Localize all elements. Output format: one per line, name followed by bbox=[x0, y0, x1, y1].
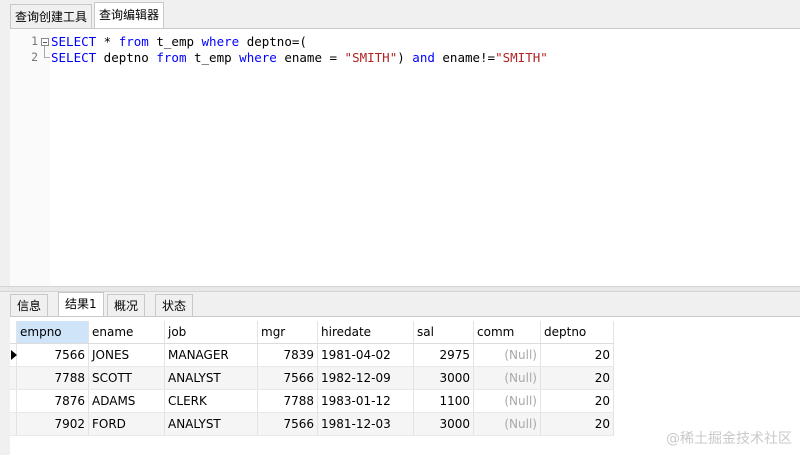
table-cell-deptno[interactable]: 20 bbox=[540, 389, 614, 413]
table-cell-job[interactable]: ANALYST bbox=[164, 412, 258, 436]
code-line-2: SELECT deptno from t_emp where ename = "… bbox=[51, 50, 548, 66]
table-cell-empno[interactable]: 7566 bbox=[16, 343, 89, 367]
line-gutter bbox=[10, 29, 50, 287]
column-header[interactable]: ename bbox=[88, 321, 165, 344]
sql-text: deptno=( bbox=[239, 34, 307, 49]
column-header[interactable]: hiredate bbox=[317, 321, 414, 344]
header-row: empno ename job mgr hiredate sal comm de… bbox=[10, 321, 614, 344]
table-cell-empno[interactable]: 7902 bbox=[16, 412, 89, 436]
table-cell-ename[interactable]: SCOTT bbox=[88, 366, 165, 390]
sql-text: t_emp bbox=[186, 50, 240, 65]
query-tabs: 查询创建工具 查询编辑器 bbox=[0, 0, 800, 29]
current-row-arrow-icon bbox=[11, 350, 17, 360]
tab-status[interactable]: 状态 bbox=[155, 294, 194, 316]
sql-string: "SMITH" bbox=[495, 50, 548, 65]
column-header[interactable]: mgr bbox=[257, 321, 318, 344]
sql-keyword: and bbox=[412, 50, 435, 65]
table-row[interactable]: 7788 SCOTT ANALYST 7566 1982-12-09 3000 (Null)… bbox=[10, 366, 614, 390]
table-cell-ename[interactable]: FORD bbox=[88, 412, 165, 436]
table-cell-mgr[interactable]: 7788 bbox=[257, 389, 318, 413]
column-header[interactable]: sal bbox=[413, 321, 474, 344]
fold-guide bbox=[44, 46, 45, 57]
row-indicator[interactable] bbox=[10, 389, 17, 413]
table-cell-deptno[interactable]: 20 bbox=[540, 366, 614, 390]
sql-keyword: from bbox=[156, 50, 187, 65]
table-cell-job[interactable]: ANALYST bbox=[164, 366, 258, 390]
table-cell-ename[interactable]: JONES bbox=[88, 343, 165, 367]
table-cell-comm[interactable]: (Null) bbox=[473, 412, 541, 436]
tab-result-1[interactable]: 结果1 bbox=[58, 292, 104, 317]
row-indicator[interactable] bbox=[10, 343, 17, 367]
column-header[interactable]: comm bbox=[473, 321, 541, 344]
table-cell-hiredate[interactable]: 1981-12-03 bbox=[317, 412, 414, 436]
table-cell-deptno[interactable]: 20 bbox=[540, 412, 614, 436]
fold-guide-end bbox=[44, 57, 50, 58]
column-header[interactable]: empno bbox=[16, 321, 89, 344]
sql-text: t_emp bbox=[148, 34, 202, 49]
sql-keyword: SELECT bbox=[51, 34, 97, 49]
fold-toggle-icon[interactable] bbox=[41, 38, 49, 46]
table-cell-ename[interactable]: ADAMS bbox=[88, 389, 165, 413]
table-row[interactable]: 7566 JONES MANAGER 7839 1981-04-02 2975 (Null)… bbox=[10, 343, 614, 367]
row-indicator[interactable] bbox=[10, 366, 17, 390]
column-header[interactable]: deptno bbox=[540, 321, 614, 344]
table-cell-deptno[interactable]: 20 bbox=[540, 343, 614, 367]
table-cell-mgr[interactable]: 7566 bbox=[257, 366, 318, 390]
column-header[interactable]: job bbox=[164, 321, 258, 344]
table-row[interactable]: 7876 ADAMS CLERK 7788 1983-01-12 1100 (Null) 20 bbox=[10, 389, 614, 413]
table-row[interactable]: 7902 FORD ANALYST 7566 1981-12-03 3000 (Null) 2… bbox=[10, 412, 614, 436]
tab-query-editor[interactable]: 查询编辑器 bbox=[94, 2, 165, 29]
left-strip bbox=[0, 28, 10, 454]
result-tabs: 信息 结果1 概况 状态 bbox=[0, 292, 800, 317]
tab-info[interactable]: 信息 bbox=[10, 294, 49, 316]
sql-text: * bbox=[96, 34, 119, 49]
sql-text: ) bbox=[397, 50, 413, 65]
sql-string: "SMITH" bbox=[344, 50, 398, 65]
table-cell-comm[interactable]: (Null) bbox=[473, 366, 541, 390]
table-cell-comm[interactable]: (Null) bbox=[473, 389, 541, 413]
sql-keyword: SELECT bbox=[51, 50, 97, 65]
sql-keyword: where bbox=[201, 34, 240, 49]
table-cell-sal[interactable]: 2975 bbox=[413, 343, 474, 367]
tab-profile[interactable]: 概况 bbox=[107, 294, 146, 316]
table-cell-job[interactable]: MANAGER bbox=[164, 343, 258, 367]
watermark: @稀土掘金技术社区 bbox=[666, 431, 792, 447]
table-cell-sal[interactable]: 3000 bbox=[413, 412, 474, 436]
table-cell-empno[interactable]: 7876 bbox=[16, 389, 89, 413]
tab-query-builder[interactable]: 查询创建工具 bbox=[10, 4, 93, 28]
table-cell-mgr[interactable]: 7839 bbox=[257, 343, 318, 367]
row-indicator[interactable] bbox=[10, 412, 17, 436]
table-cell-sal[interactable]: 3000 bbox=[413, 366, 474, 390]
sql-keyword: where bbox=[239, 50, 277, 65]
sql-text: ename = bbox=[276, 50, 345, 65]
sql-keyword: from bbox=[118, 34, 149, 49]
table-cell-hiredate[interactable]: 1982-12-09 bbox=[317, 366, 414, 390]
line-number: 2 bbox=[31, 50, 38, 64]
code-line-1: SELECT * from t_emp where deptno=( bbox=[51, 34, 307, 50]
sql-text: deptno bbox=[96, 50, 157, 65]
table-cell-comm[interactable]: (Null) bbox=[473, 343, 541, 367]
table-cell-job[interactable]: CLERK bbox=[164, 389, 258, 413]
table-cell-hiredate[interactable]: 1981-04-02 bbox=[317, 343, 414, 367]
line-number: 1 bbox=[31, 34, 38, 48]
result-table: empno ename job mgr hiredate sal comm de… bbox=[10, 321, 614, 436]
sql-editor[interactable]: 1 2 SELECT * from t_emp where deptno=( S… bbox=[10, 28, 800, 287]
table-cell-hiredate[interactable]: 1983-01-12 bbox=[317, 389, 414, 413]
table-cell-empno[interactable]: 7788 bbox=[16, 366, 89, 390]
table-cell-mgr[interactable]: 7566 bbox=[257, 412, 318, 436]
table-cell-sal[interactable]: 1100 bbox=[413, 389, 474, 413]
sql-text: ename!= bbox=[434, 50, 496, 65]
